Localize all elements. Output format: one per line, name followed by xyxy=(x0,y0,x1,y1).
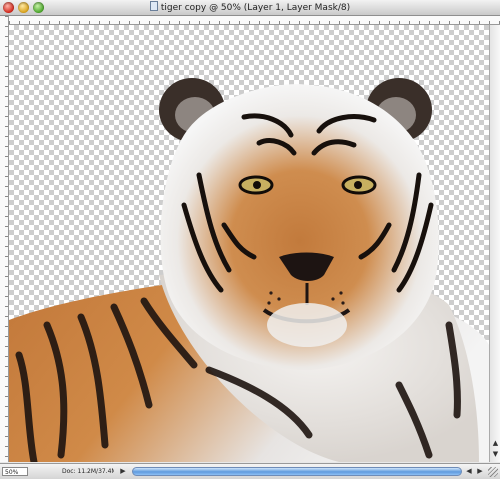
scroll-up-arrow-icon[interactable]: ▲ xyxy=(491,439,500,448)
status-menu-arrow-icon[interactable]: ▶ xyxy=(118,467,128,476)
document-window: tiger copy @ 50% (Layer 1, Layer Mask/8) xyxy=(0,0,500,479)
scroll-right-arrow-icon[interactable]: ▶ xyxy=(475,467,485,476)
horizontal-ruler[interactable] xyxy=(9,16,500,25)
window-title-area: tiger copy @ 50% (Layer 1, Layer Mask/8) xyxy=(0,1,500,15)
zoom-field[interactable]: 50% xyxy=(2,467,28,476)
resize-grip-icon[interactable] xyxy=(488,467,498,477)
status-bar: 50% Doc: 11.2M/37.4M ▶ ◀ ▶ xyxy=(0,463,500,479)
document-icon xyxy=(149,1,158,11)
vertical-ruler[interactable] xyxy=(0,16,9,462)
document-size-info[interactable]: Doc: 11.2M/37.4M xyxy=(62,467,114,476)
window-title: tiger copy @ 50% (Layer 1, Layer Mask/8) xyxy=(160,3,351,13)
horizontal-scrollbar[interactable] xyxy=(132,467,462,476)
scroll-left-arrow-icon[interactable]: ◀ xyxy=(464,467,474,476)
scroll-down-arrow-icon[interactable]: ▼ xyxy=(491,450,500,459)
title-bar[interactable]: tiger copy @ 50% (Layer 1, Layer Mask/8) xyxy=(0,0,500,16)
image-canvas[interactable] xyxy=(9,25,489,462)
tiger-image xyxy=(9,78,489,462)
vertical-scrollbar[interactable]: ▲ ▼ xyxy=(489,25,500,462)
